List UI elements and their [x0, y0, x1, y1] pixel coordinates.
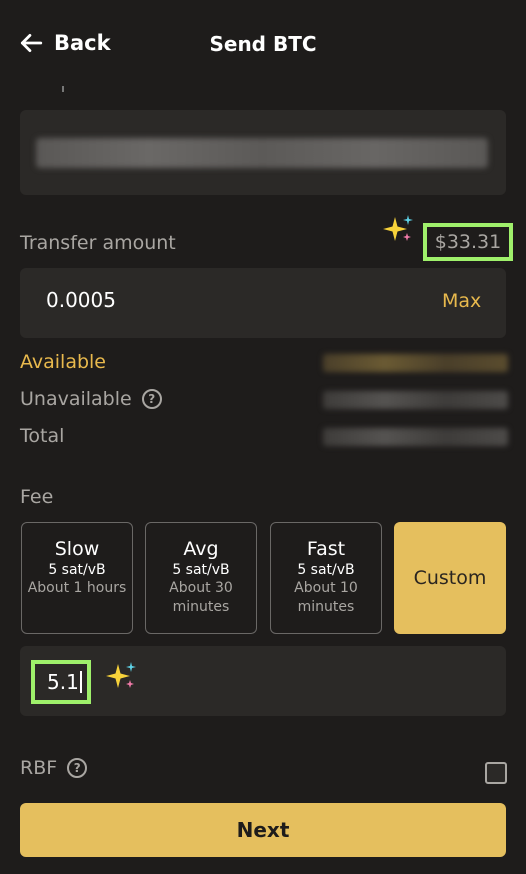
fee-option-time: About 1 hours [27, 580, 127, 596]
fee-option-slow[interactable]: Slow 5 sat/vB About 1 hours [21, 522, 133, 634]
question-circle-icon[interactable]: ? [67, 758, 88, 778]
fee-option-time: About 30 minutes [169, 580, 233, 615]
available-label: Available [20, 351, 107, 373]
total-label: Total [20, 425, 65, 447]
sparkle-icon [104, 660, 138, 699]
page-title: Send BTC [209, 32, 317, 56]
fee-option-rate: 5 sat/vB [297, 562, 355, 578]
custom-fee-input[interactable]: 5.1 [31, 660, 91, 704]
custom-fee-container [20, 646, 506, 716]
usd-value: $33.31 [423, 223, 513, 261]
unavailable-label: Unavailable [20, 388, 132, 410]
fee-option-name: Fast [306, 538, 346, 560]
custom-fee-value: 5.1 [47, 670, 79, 694]
rbf-checkbox[interactable] [485, 762, 507, 784]
recipient-address-redacted [36, 138, 488, 168]
rbf-label: RBF [20, 757, 58, 779]
transfer-amount-label: Transfer amount [20, 232, 176, 254]
divider-mark [62, 86, 64, 92]
total-value-redacted [323, 428, 508, 446]
unavailable-row: Unavailable ? [20, 388, 162, 410]
unavailable-value-redacted [323, 391, 508, 409]
fee-option-custom[interactable]: Custom [394, 522, 506, 634]
fee-option-name: Slow [54, 538, 100, 560]
fee-option-time: About 10 minutes [294, 580, 358, 615]
rbf-row: RBF ? [20, 757, 88, 779]
next-button[interactable]: Next [20, 803, 506, 857]
fee-label: Fee [20, 486, 54, 508]
fee-option-rate: 5 sat/vB [172, 562, 230, 578]
available-value-redacted [323, 354, 508, 372]
fee-option-name: Avg [183, 538, 219, 560]
fee-option-fast[interactable]: Fast 5 sat/vB About 10 minutes [270, 522, 382, 634]
max-button[interactable]: Max [442, 290, 481, 312]
sparkle-icon [381, 213, 415, 252]
question-circle-icon[interactable]: ? [141, 389, 162, 409]
fee-option-rate: 5 sat/vB [48, 562, 106, 578]
text-caret [79, 671, 82, 693]
fee-option-avg[interactable]: Avg 5 sat/vB About 30 minutes [145, 522, 257, 634]
amount-input[interactable] [46, 288, 346, 312]
